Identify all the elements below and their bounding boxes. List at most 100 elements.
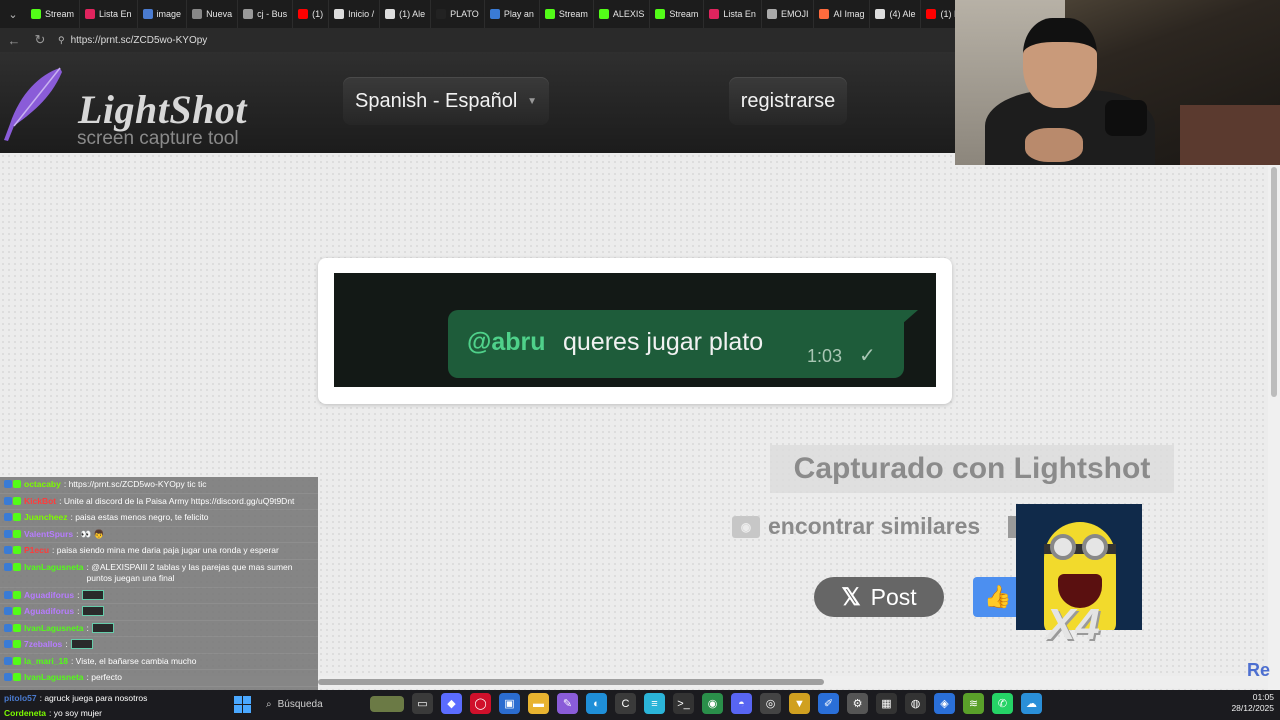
register-button[interactable]: registrarse — [729, 77, 847, 125]
edge-icon[interactable]: ◐ — [586, 693, 607, 714]
tab-label: ALEXIS — [612, 9, 645, 19]
whatsapp-icon[interactable]: ✆ — [992, 693, 1013, 714]
browser-tab[interactable]: PLATO — [431, 0, 485, 28]
search-icon: ⌕ — [266, 698, 272, 710]
chat-username[interactable]: Cordeneta — [4, 708, 46, 718]
browser-tab[interactable]: (1) — [293, 0, 330, 28]
badge-icon — [4, 590, 12, 599]
browser-tab[interactable]: Stream — [650, 0, 705, 28]
lightshot-icon[interactable]: ✐ — [818, 693, 839, 714]
browser-tab[interactable]: image — [138, 0, 188, 28]
browser-tab[interactable]: Lista En — [704, 0, 762, 28]
badge-icon — [13, 546, 21, 554]
lightshot-logo[interactable]: LightShot screen capture tool — [0, 64, 270, 149]
browser-tab[interactable]: Nueva — [187, 0, 239, 28]
chat-text: : https://prnt.sc/ZCD5wo-KYOpy tic tic — [63, 479, 207, 489]
cloud-icon[interactable]: ☁ — [1021, 693, 1042, 714]
find-similar-link[interactable]: ◉ encontrar similares — [732, 513, 980, 540]
vertical-scrollbar[interactable] — [1268, 153, 1280, 690]
browser-tab[interactable]: Stream — [540, 0, 594, 28]
reload-icon[interactable]: ↻ — [32, 32, 48, 48]
browser-tab[interactable]: ALEXIS — [594, 0, 651, 28]
chat-message: P1ecu: paisa siendo mina me daria paja j… — [0, 543, 318, 560]
browser-tab[interactable]: (1) Ale — [380, 0, 432, 28]
language-select[interactable]: Spanish - Español ▼ — [343, 77, 549, 125]
browser-tab[interactable]: Play an — [485, 0, 540, 28]
chat-emote-icon — [70, 639, 93, 649]
chat-username[interactable]: Juancheez — [24, 512, 67, 524]
tab-label: (1) Ale — [399, 9, 426, 19]
obs-icon[interactable]: ◎ — [760, 693, 781, 714]
chat-emote-icon — [91, 622, 114, 633]
url-field[interactable]: ⚲ https://prnt.sc/ZCD5wo-KYOpy — [58, 35, 207, 46]
browser-tab[interactable]: Stream — [26, 0, 81, 28]
chat-username[interactable]: pitolo57 — [4, 693, 37, 703]
tab-label: EMOJI — [780, 9, 809, 19]
github-icon[interactable]: ◍ — [905, 693, 926, 714]
chat-username[interactable]: 7zeballos — [24, 639, 62, 651]
vpn-icon[interactable]: ▼ — [789, 693, 810, 714]
browser-tab[interactable]: EMOJI — [762, 0, 815, 28]
chat-text: : paisa estas menos negro, te felicito — [70, 512, 209, 522]
chat-username[interactable]: Aguadiforus — [24, 590, 74, 602]
terminal-icon[interactable]: >_ — [673, 693, 694, 714]
folder-icon[interactable]: ▬ — [528, 693, 549, 714]
chat-username[interactable]: KickBot — [24, 496, 56, 508]
tab-label: cj - Bus — [257, 9, 288, 19]
chat-message: Cordeneta: yo soy mujer — [0, 705, 230, 720]
back-arrow-icon[interactable]: ← — [6, 33, 22, 48]
notepad-icon[interactable]: ≡ — [644, 693, 665, 714]
copilot-icon[interactable]: ◆ — [441, 693, 462, 714]
chat-username[interactable]: IvanLagusneta — [24, 672, 84, 684]
site-info-icon[interactable]: ⚲ — [58, 35, 65, 46]
scrollbar-thumb[interactable] — [1271, 167, 1277, 397]
chat-message: 7zeballos: — [0, 637, 318, 654]
browser-tab[interactable]: Inicio / — [329, 0, 381, 28]
sticker-multiplier: X4 — [1046, 600, 1100, 649]
opera-icon[interactable]: ◯ — [470, 693, 491, 714]
taskbar-clock[interactable]: 01:05 28/12/2025 — [1214, 692, 1274, 714]
settings-icon[interactable]: ⚙ — [847, 693, 868, 714]
chat-username[interactable]: octacaby — [24, 479, 61, 491]
chat-username[interactable]: IvanLagusneta — [24, 623, 84, 635]
chat-message: ValentSpurs: 👀 👦 — [0, 527, 318, 543]
chat-username[interactable]: IvanLagusneta — [24, 562, 84, 574]
chat-badges — [4, 512, 21, 521]
minion-eye-left — [1050, 534, 1076, 560]
layers-icon[interactable]: ≋ — [963, 693, 984, 714]
capture-icon[interactable]: ▦ — [876, 693, 897, 714]
chat-username[interactable]: P1ecu — [24, 545, 49, 557]
store-icon[interactable]: ▣ — [499, 693, 520, 714]
ccleaner-icon[interactable]: C — [615, 693, 636, 714]
camera-icon: ◉ — [732, 515, 760, 538]
pen-icon[interactable]: ✎ — [557, 693, 578, 714]
chat-username[interactable]: la_mari_18 — [24, 656, 68, 668]
shield-icon[interactable]: ◈ — [934, 693, 955, 714]
tab-favicon-icon — [334, 9, 345, 19]
horizontal-scrollbar-thumb[interactable] — [318, 679, 824, 685]
browser-tab[interactable]: cj - Bus — [238, 0, 294, 28]
chat-username[interactable]: ValentSpurs — [24, 529, 73, 541]
tab-label: Lista En — [723, 9, 756, 19]
webcam-bed — [1180, 105, 1280, 165]
tab-favicon-icon — [385, 9, 396, 19]
tab-favicon-icon — [436, 9, 447, 19]
browser-tab[interactable]: (4) Ale — [870, 0, 922, 28]
discord-icon[interactable]: ◓ — [731, 693, 752, 714]
tab-label: (1) — [312, 9, 324, 19]
chat-message: IvanLagusneta: @ALEXISPAIII 2 tablas y l… — [0, 560, 318, 588]
post-on-x-button[interactable]: 𝕏 Post — [814, 577, 944, 617]
file-explorer-icon[interactable]: ▭ — [412, 693, 433, 714]
browser-tab[interactable]: AI Imag — [814, 0, 871, 28]
browser-tab[interactable]: Lista En — [80, 0, 138, 28]
chat-username[interactable]: Aguadiforus — [24, 606, 74, 618]
address-bar: ← ↻ ⚲ https://prnt.sc/ZCD5wo-KYOpy — [0, 28, 960, 52]
chat-badges — [4, 545, 21, 554]
screenshot-image[interactable]: @abru queres jugar plato 1:03 ✓ — [334, 273, 936, 387]
chat-badges — [4, 529, 21, 538]
windows-start-icon[interactable] — [234, 696, 251, 713]
tab-favicon-icon — [926, 9, 937, 19]
tab-label: Nueva — [206, 9, 233, 19]
tab-list-chevron-icon[interactable]: ⌄ — [0, 0, 26, 28]
chrome-icon[interactable]: ◉ — [702, 693, 723, 714]
